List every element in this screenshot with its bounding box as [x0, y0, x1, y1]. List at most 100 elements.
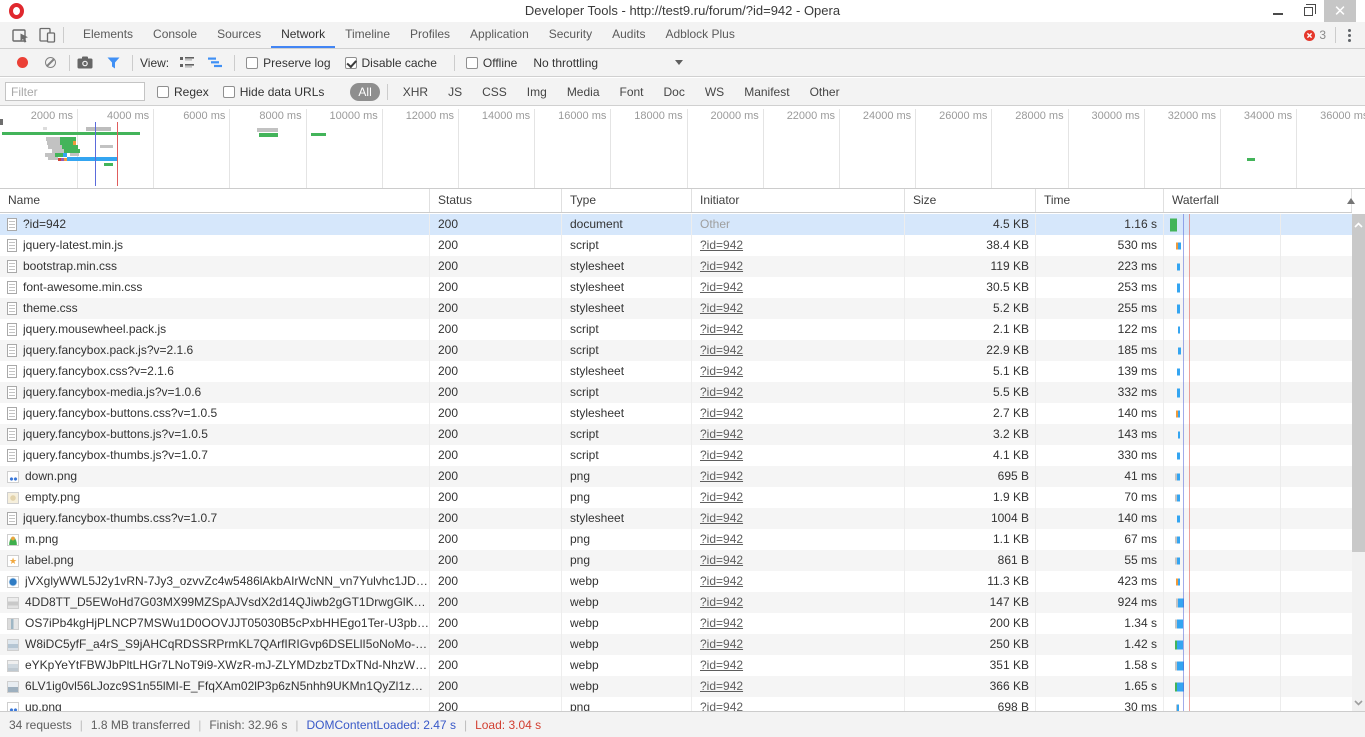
- table-row[interactable]: bootstrap.min.css200stylesheet?id=942119…: [0, 256, 1352, 277]
- table-row[interactable]: empty.png200png?id=9421.9 KB70 ms: [0, 487, 1352, 508]
- initiator-link[interactable]: ?id=942: [700, 700, 743, 711]
- table-row[interactable]: theme.css200stylesheet?id=9425.2 KB255 m…: [0, 298, 1352, 319]
- tab-profiles[interactable]: Profiles: [400, 22, 460, 48]
- table-row[interactable]: 4DD8TT_D5EWoHd7G03MX99MZSpAJVsdX2d14QJiw…: [0, 592, 1352, 613]
- table-row[interactable]: jquery.fancybox.pack.js?v=2.1.6200script…: [0, 340, 1352, 361]
- table-row[interactable]: jquery.fancybox-media.js?v=1.0.6200scrip…: [0, 382, 1352, 403]
- view-list-button[interactable]: [175, 52, 199, 74]
- table-row[interactable]: jquery-latest.min.js200script?id=94238.4…: [0, 235, 1352, 256]
- minimize-button[interactable]: [1264, 0, 1292, 22]
- scroll-down-icon[interactable]: [1352, 695, 1365, 709]
- table-row[interactable]: font-awesome.min.css200stylesheet?id=942…: [0, 277, 1352, 298]
- column-header-waterfall[interactable]: Waterfall: [1164, 189, 1352, 212]
- column-header-type[interactable]: Type: [562, 189, 692, 212]
- initiator-link[interactable]: ?id=942: [700, 574, 743, 588]
- filter-pill-js[interactable]: JS: [440, 83, 470, 101]
- table-row[interactable]: 6LV1ig0vl56LJozc9S1n55lMI-E_FfqXAm02lP3p…: [0, 676, 1352, 697]
- table-row[interactable]: jquery.fancybox-buttons.js?v=1.0.5200scr…: [0, 424, 1352, 445]
- initiator-link[interactable]: ?id=942: [700, 637, 743, 651]
- scroll-up-icon[interactable]: [1352, 217, 1365, 231]
- initiator-link[interactable]: ?id=942: [700, 301, 743, 315]
- filter-pill-font[interactable]: Font: [612, 83, 652, 101]
- tab-elements[interactable]: Elements: [73, 22, 143, 48]
- initiator-link[interactable]: ?id=942: [700, 532, 743, 546]
- table-row[interactable]: up.png200png?id=942698 B30 ms: [0, 697, 1352, 711]
- table-row[interactable]: jquery.mousewheel.pack.js200script?id=94…: [0, 319, 1352, 340]
- column-header-size[interactable]: Size: [905, 189, 1036, 212]
- network-overview[interactable]: 2000 ms4000 ms6000 ms8000 ms10000 ms1200…: [0, 107, 1365, 189]
- column-header-status[interactable]: Status: [430, 189, 562, 212]
- tab-audits[interactable]: Audits: [602, 22, 655, 48]
- filter-input[interactable]: [5, 82, 145, 101]
- console-error-badge[interactable]: 3: [1298, 28, 1332, 42]
- device-toolbar-icon[interactable]: [34, 24, 60, 46]
- filter-pill-other[interactable]: Other: [802, 83, 848, 101]
- record-button[interactable]: [10, 52, 34, 74]
- offline-checkbox[interactable]: Offline: [466, 56, 517, 70]
- table-row[interactable]: jquery.fancybox.css?v=2.1.6200stylesheet…: [0, 361, 1352, 382]
- initiator-link[interactable]: ?id=942: [700, 490, 743, 504]
- vertical-scrollbar[interactable]: [1352, 214, 1365, 711]
- initiator-link[interactable]: ?id=942: [700, 322, 743, 336]
- column-header-initiator[interactable]: Initiator: [692, 189, 905, 212]
- initiator-link[interactable]: ?id=942: [700, 616, 743, 630]
- table-row[interactable]: jVXglyWWL5J2y1vRN-7Jy3_ozvvZc4w5486lAkbA…: [0, 571, 1352, 592]
- initiator-link[interactable]: ?id=942: [700, 259, 743, 273]
- inspect-element-icon[interactable]: [8, 24, 34, 46]
- tab-console[interactable]: Console: [143, 22, 207, 48]
- tab-adblock-plus[interactable]: Adblock Plus: [655, 22, 744, 48]
- table-row[interactable]: down.png200png?id=942695 B41 ms: [0, 466, 1352, 487]
- column-header-time[interactable]: Time: [1036, 189, 1164, 212]
- clear-button[interactable]: [38, 52, 62, 74]
- view-waterfall-button[interactable]: [203, 52, 227, 74]
- tab-network[interactable]: Network: [271, 22, 335, 48]
- filter-pill-ws[interactable]: WS: [697, 83, 732, 101]
- tab-security[interactable]: Security: [539, 22, 602, 48]
- column-header-name[interactable]: Name: [0, 189, 430, 212]
- filter-pill-manifest[interactable]: Manifest: [736, 83, 797, 101]
- tab-application[interactable]: Application: [460, 22, 539, 48]
- table-row[interactable]: jquery.fancybox-thumbs.css?v=1.0.7200sty…: [0, 508, 1352, 529]
- table-row[interactable]: jquery.fancybox-thumbs.js?v=1.0.7200scri…: [0, 445, 1352, 466]
- table-row[interactable]: ?id=942200documentOther4.5 KB1.16 s: [0, 214, 1352, 235]
- table-row[interactable]: jquery.fancybox-buttons.css?v=1.0.5200st…: [0, 403, 1352, 424]
- disable-cache-checkbox[interactable]: Disable cache: [345, 56, 437, 70]
- table-row[interactable]: m.png200png?id=9421.1 KB67 ms: [0, 529, 1352, 550]
- hide-data-urls-checkbox[interactable]: Hide data URLs: [223, 85, 325, 99]
- filter-pill-all[interactable]: All: [350, 83, 379, 101]
- filter-toggle-button[interactable]: [101, 52, 125, 74]
- table-row[interactable]: label.png200png?id=942861 B55 ms: [0, 550, 1352, 571]
- devtools-menu-icon[interactable]: [1339, 27, 1359, 44]
- close-button[interactable]: ✕: [1324, 0, 1356, 22]
- initiator-link[interactable]: ?id=942: [700, 238, 743, 252]
- preserve-log-checkbox[interactable]: Preserve log: [246, 56, 330, 70]
- initiator-link[interactable]: ?id=942: [700, 658, 743, 672]
- initiator-link[interactable]: ?id=942: [700, 364, 743, 378]
- initiator-link[interactable]: ?id=942: [700, 406, 743, 420]
- scrollbar-thumb[interactable]: [1352, 214, 1365, 552]
- initiator-link[interactable]: ?id=942: [700, 553, 743, 567]
- initiator-link[interactable]: ?id=942: [700, 595, 743, 609]
- filter-pill-xhr[interactable]: XHR: [395, 83, 436, 101]
- table-row[interactable]: OS7iPb4kgHjPLNCP7MSWu1D0OOVJJT05030B5cPx…: [0, 613, 1352, 634]
- initiator-link[interactable]: ?id=942: [700, 511, 743, 525]
- tab-timeline[interactable]: Timeline: [335, 22, 400, 48]
- initiator-link[interactable]: ?id=942: [700, 427, 743, 441]
- initiator-link[interactable]: ?id=942: [700, 469, 743, 483]
- screenshot-capture-button[interactable]: [73, 52, 97, 74]
- restore-button[interactable]: [1294, 0, 1322, 22]
- initiator-link[interactable]: ?id=942: [700, 385, 743, 399]
- filter-pill-doc[interactable]: Doc: [656, 83, 693, 101]
- filter-pill-img[interactable]: Img: [519, 83, 555, 101]
- tab-sources[interactable]: Sources: [207, 22, 271, 48]
- initiator-link[interactable]: ?id=942: [700, 679, 743, 693]
- initiator-link[interactable]: ?id=942: [700, 343, 743, 357]
- initiator-link[interactable]: ?id=942: [700, 448, 743, 462]
- filter-pill-css[interactable]: CSS: [474, 83, 515, 101]
- table-row[interactable]: W8iDC5yfF_a4rS_S9jAHCqRDSSRPrmKL7QArfIRI…: [0, 634, 1352, 655]
- table-row[interactable]: eYKpYeYtFBWJbPltLHGr7LNoT9i9-XWzR-mJ-ZLY…: [0, 655, 1352, 676]
- initiator-link[interactable]: ?id=942: [700, 280, 743, 294]
- filter-pill-media[interactable]: Media: [559, 83, 608, 101]
- throttling-dropdown[interactable]: No throttling: [533, 56, 683, 70]
- regex-checkbox[interactable]: Regex: [157, 85, 209, 99]
